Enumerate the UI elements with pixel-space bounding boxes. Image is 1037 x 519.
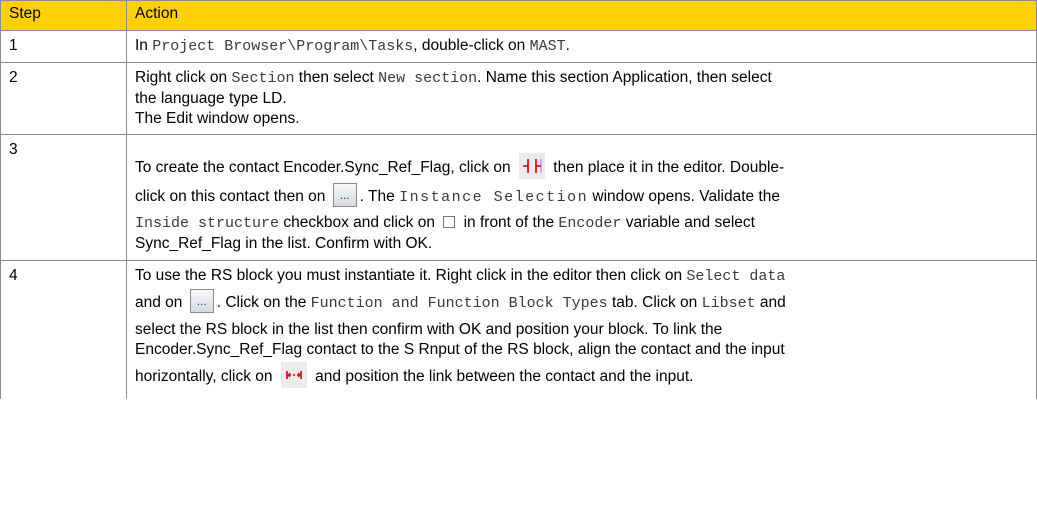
new-section-code: New section — [378, 70, 478, 87]
action-text: and — [755, 294, 786, 311]
action-cell: Right click on Section then select New s… — [126, 62, 1037, 135]
action-text: and on — [135, 294, 187, 311]
action-line: click on this contact then on .... The I… — [135, 182, 1028, 213]
action-line: Right click on Section then select New s… — [135, 68, 1028, 89]
action-line: and on .... Click on the Function and Fu… — [135, 287, 1028, 320]
action-line: Inside structure checkbox and click on i… — [135, 213, 1028, 234]
action-text: then place it in the editor. Double- — [548, 159, 785, 176]
instance-selection-code: Instance Selection — [399, 189, 589, 206]
ld-contact-icon — [518, 152, 545, 179]
action-cell: To create the contact Encoder.Sync_Ref_F… — [126, 134, 1037, 261]
header-action: Action — [126, 0, 1037, 31]
action-text: Encoder.Sync_Ref_Flag contact to the S R… — [135, 341, 785, 358]
libset-code: Libset — [701, 295, 756, 312]
table-row: 1 In Project Browser\Program\Tasks, doub… — [0, 30, 1037, 63]
action-text: Sync_Ref_Flag in the list. Confirm with … — [135, 235, 433, 252]
header-step: Step — [0, 0, 127, 31]
step-number: 3 — [0, 134, 127, 261]
section-code: Section — [231, 70, 295, 87]
action-text: click on this contact then on — [135, 188, 330, 205]
action-text: checkbox and click on — [279, 214, 440, 231]
action-text: , double-click on — [413, 37, 530, 54]
action-cell: In Project Browser\Program\Tasks, double… — [126, 30, 1037, 63]
action-line: To use the RS block you must instantiate… — [135, 266, 1028, 287]
action-text: variable and select — [621, 214, 755, 231]
action-line: horizontally, click on and position the … — [135, 360, 1028, 394]
steps-table: Step Action 1 In Project Browser\Program… — [0, 0, 1037, 399]
action-text: . Click on the — [216, 294, 311, 311]
action-text: To create the contact Encoder.Sync_Ref_F… — [135, 159, 515, 176]
browse-button-icon: ... — [189, 288, 214, 313]
action-text: . Name this section Application, then se… — [477, 69, 772, 86]
action-text: . The — [359, 188, 400, 205]
step-number: 4 — [0, 260, 127, 399]
step-number: 2 — [0, 62, 127, 135]
action-text: select the RS block in the list then con… — [135, 321, 723, 338]
table-row: 4 To use the RS block you must instantia… — [0, 260, 1037, 399]
action-text: In — [135, 37, 153, 54]
ld-link-icon — [280, 361, 307, 388]
action-text: the language type LD. — [135, 90, 287, 107]
action-text: window opens. Validate the — [588, 188, 780, 205]
action-text: Right click on — [135, 69, 232, 86]
step-number: 1 — [0, 30, 127, 63]
action-text: . — [565, 37, 570, 54]
action-text: To use the RS block you must instantiate… — [135, 267, 687, 284]
inside-structure-code: Inside structure — [135, 215, 280, 232]
expand-checkbox-icon — [443, 215, 456, 228]
action-cell: To use the RS block you must instantiate… — [126, 260, 1037, 399]
action-text: horizontally, click on — [135, 368, 277, 385]
action-text: and position the link between the contac… — [310, 368, 694, 385]
action-text: tab. Click on — [607, 294, 702, 311]
function-types-code: Function and Function Block Types — [310, 295, 608, 312]
action-line: To create the contact Encoder.Sync_Ref_F… — [135, 152, 1028, 182]
select-data-code: Select data — [686, 268, 786, 285]
table-row: 2 Right click on Section then select New… — [0, 62, 1037, 135]
encoder-code: Encoder — [558, 215, 622, 232]
table-row: 3 To create the contact Encoder.Sync_Ref… — [0, 134, 1037, 261]
action-text: The Edit window opens. — [135, 110, 300, 127]
task-code: MAST — [529, 38, 566, 55]
action-text: in front of the — [459, 214, 559, 231]
path-code: Project Browser\Program\Tasks — [152, 38, 414, 55]
browse-button-icon: ... — [332, 182, 357, 207]
action-text: then select — [294, 69, 379, 86]
table-header-row: Step Action — [0, 0, 1037, 31]
